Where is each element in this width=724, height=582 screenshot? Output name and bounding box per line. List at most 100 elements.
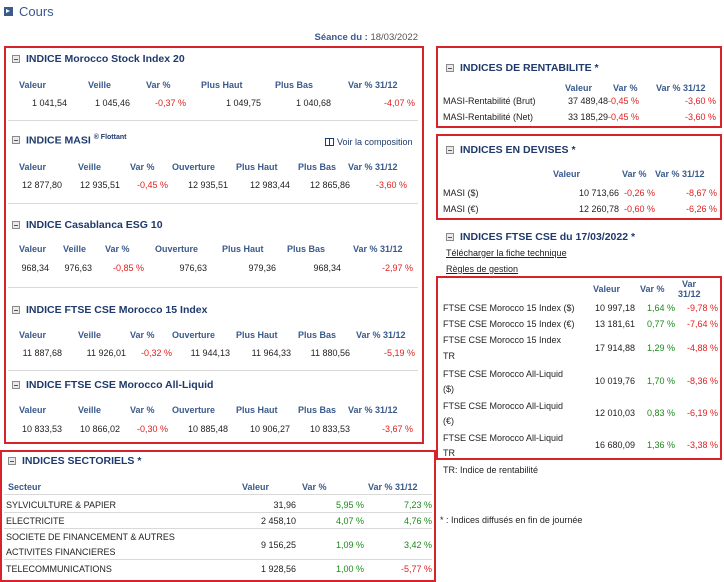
col-header: Valeur xyxy=(553,169,581,179)
col-header: Var % xyxy=(302,482,327,492)
col-header: Valeur xyxy=(19,244,47,254)
index-var-31-12: -9,78 % xyxy=(686,303,718,313)
col-header: Plus Haut xyxy=(222,244,264,254)
col-header: Plus Bas xyxy=(287,244,326,254)
index-name-cont: (€) xyxy=(443,416,454,426)
cell-valeur: 10 833,53 xyxy=(21,424,62,434)
cell-veille: 976,63 xyxy=(64,263,92,273)
section-title-rentabilite: INDICES DE RENTABILITE * xyxy=(446,62,599,74)
col-header: Plus Bas xyxy=(298,405,337,415)
col-header: Plus Haut xyxy=(236,162,278,172)
cell-var-31-12: -3,67 % xyxy=(381,424,413,434)
sector-name: SYLVICULTURE & PAPIER xyxy=(6,500,117,510)
col-header: Valeur xyxy=(242,482,270,492)
collapse-icon[interactable] xyxy=(446,233,454,241)
section-title-ftse-cse: INDICES FTSE CSE du 17/03/2022 * xyxy=(446,231,635,243)
section-title-sectoriels: INDICES SECTORIELS * xyxy=(8,455,141,467)
col-header: Var % 31/12 xyxy=(348,405,398,415)
col-header: Var % xyxy=(613,83,638,93)
sector-var: 4,07 % xyxy=(335,516,364,526)
sector-valeur: 2 458,10 xyxy=(260,516,296,526)
index-var: 1,70 % xyxy=(646,376,675,386)
col-header: Var % xyxy=(130,330,155,340)
cell-ouverture: 976,63 xyxy=(179,263,207,273)
col-header: Var % xyxy=(146,80,171,90)
sector-var-31-12: -5,77 % xyxy=(400,564,432,574)
cell-var-31-12: -5,19 % xyxy=(383,348,415,358)
sector-name: TELECOMMUNICATIONS xyxy=(6,564,112,574)
collapse-icon[interactable] xyxy=(12,306,20,314)
cell-var: -0,45 % xyxy=(136,180,168,190)
cell-plus-haut: 12 983,44 xyxy=(249,180,290,190)
cell-var-31-12: -2,97 % xyxy=(381,263,413,273)
regles-gestion-link[interactable]: Règles de gestion xyxy=(446,264,518,274)
index-name: MASI (€) xyxy=(443,204,479,214)
cell-var-31-12: -3,60 % xyxy=(375,180,407,190)
cell-valeur: 1 041,54 xyxy=(31,98,67,108)
collapse-icon[interactable] xyxy=(12,221,20,229)
col-header: Plus Haut xyxy=(236,330,278,340)
index-var: -0,45 % xyxy=(607,112,639,122)
sector-name: ELECTRICITE xyxy=(6,516,65,526)
collapse-icon[interactable] xyxy=(12,381,20,389)
collapse-icon[interactable] xyxy=(446,146,454,154)
divider xyxy=(8,370,418,371)
divider xyxy=(4,512,432,513)
page-title: Cours xyxy=(4,4,54,19)
col-header: Var % 31/12 xyxy=(656,83,706,93)
voir-composition-link[interactable]: Voir la composition xyxy=(325,137,413,147)
section-title-esg: INDICE Casablanca ESG 10 xyxy=(12,219,163,231)
index-valeur: 10 713,66 xyxy=(578,188,619,198)
cell-plus-haut: 1 049,75 xyxy=(225,98,261,108)
col-header: Veille xyxy=(78,330,102,340)
index-name-cont: ($) xyxy=(443,384,454,394)
sectoriels-highlight xyxy=(0,450,436,582)
index-valeur: 12 260,78 xyxy=(578,204,619,214)
cell-valeur: 11 887,68 xyxy=(22,348,62,358)
sector-name: SOCIETE DE FINANCEMENT & AUTRES xyxy=(6,532,175,542)
index-var-31-12: -7,64 % xyxy=(686,319,718,329)
col-header: Veille xyxy=(63,244,87,254)
section-title-ftse-15: INDICE FTSE CSE Morocco 15 Index xyxy=(12,304,207,316)
collapse-icon[interactable] xyxy=(12,55,20,63)
index-valeur: 37 489,48 xyxy=(567,96,608,106)
col-header: Valeur xyxy=(593,284,621,294)
index-valeur: 16 680,09 xyxy=(594,440,635,450)
index-name: MASI-Rentabilité (Net) xyxy=(443,112,534,122)
collapse-icon[interactable] xyxy=(12,136,20,145)
sector-valeur: 1 928,56 xyxy=(260,564,296,574)
collapse-icon[interactable] xyxy=(446,64,454,72)
cell-var: -0,37 % xyxy=(154,98,186,108)
col-header: Secteur xyxy=(8,482,42,492)
cell-veille: 10 866,02 xyxy=(79,424,120,434)
index-var-31-12: -3,38 % xyxy=(686,440,718,450)
collapse-icon[interactable] xyxy=(8,457,16,465)
col-header: Ouverture xyxy=(172,162,216,172)
col-header: Var % xyxy=(130,405,155,415)
cell-plus-bas: 10 833,53 xyxy=(309,424,350,434)
cell-var-31-12: -4,07 % xyxy=(383,98,415,108)
cell-ouverture: 11 944,13 xyxy=(190,348,230,358)
cell-var: -0,32 % xyxy=(140,348,172,358)
cell-ouverture: 12 935,51 xyxy=(187,180,228,190)
index-var: 0,77 % xyxy=(646,319,675,329)
sector-var: 1,09 % xyxy=(335,540,364,550)
col-header: Var % 31/12 xyxy=(356,330,406,340)
index-name-cont: TR xyxy=(443,448,455,458)
index-var-31-12: -4,88 % xyxy=(686,343,718,353)
telecharger-fiche-link[interactable]: Télécharger la fiche technique xyxy=(446,248,567,258)
index-valeur: 10 019,76 xyxy=(594,376,635,386)
index-name: MASI ($) xyxy=(443,188,479,198)
sector-var-31-12: 7,23 % xyxy=(403,500,432,510)
col-header: Var % 31/12 xyxy=(368,482,418,492)
cell-valeur: 12 877,80 xyxy=(21,180,62,190)
seance-label: Séance du : xyxy=(314,32,368,43)
index-valeur: 17 914,88 xyxy=(594,343,635,353)
index-var: 1,36 % xyxy=(646,440,675,450)
col-header: Valeur xyxy=(19,405,47,415)
seance-info: Séance du : 18/03/2022 xyxy=(314,32,418,43)
col-header: Var % xyxy=(622,169,647,179)
cell-plus-haut: 11 964,33 xyxy=(251,348,291,358)
play-square-icon xyxy=(4,7,13,16)
divider xyxy=(8,120,418,121)
